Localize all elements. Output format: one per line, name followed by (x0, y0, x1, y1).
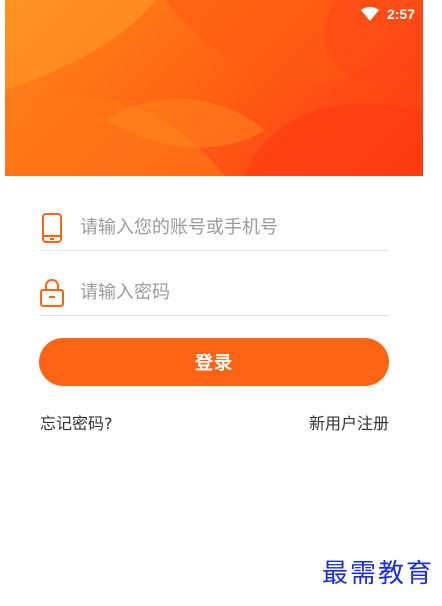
account-input[interactable] (80, 217, 360, 238)
account-row (40, 205, 389, 251)
status-bar: 2:57 (360, 6, 415, 22)
lock-icon (40, 278, 64, 308)
wifi-icon (360, 7, 379, 21)
header-background-art (5, 0, 423, 176)
phone-icon (40, 212, 64, 243)
watermark-text: 最需教育 (321, 559, 434, 589)
forgot-password-link[interactable]: 忘记密码? (40, 410, 113, 434)
header-banner: 2:57 (5, 0, 423, 176)
status-time: 2:57 (386, 6, 415, 22)
register-link[interactable]: 新用户注册 (309, 410, 389, 434)
password-row (40, 270, 389, 316)
password-input[interactable] (80, 282, 360, 303)
login-button[interactable]: 登录 (39, 338, 389, 386)
